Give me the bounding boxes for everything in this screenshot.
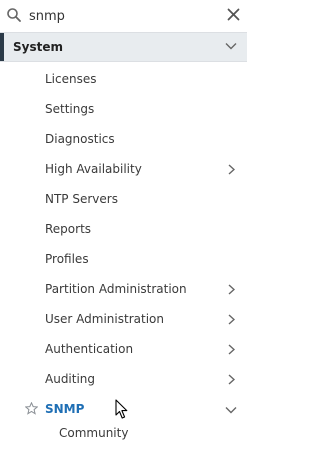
section-accent-bar xyxy=(0,33,4,61)
nav-item-label: Diagnostics xyxy=(45,132,115,146)
search-input[interactable] xyxy=(29,6,209,26)
nav-item-label: Settings xyxy=(45,102,95,116)
nav-item-snmp[interactable]: SNMP xyxy=(0,394,247,424)
nav-item-reports[interactable]: Reports xyxy=(0,214,247,244)
chevron-down-icon xyxy=(225,43,237,50)
chevron-right-icon xyxy=(228,374,235,385)
nav-item-label: Reports xyxy=(45,222,92,236)
star-icon[interactable] xyxy=(25,402,38,415)
chevron-right-icon xyxy=(228,284,235,295)
nav-item-label: Profiles xyxy=(45,252,89,266)
nav-item-label: NTP Servers xyxy=(45,192,118,206)
close-icon[interactable] xyxy=(227,8,240,21)
nav-item-profiles[interactable]: Profiles xyxy=(0,244,247,274)
mouse-cursor-icon xyxy=(115,399,128,419)
nav-item-label: Auditing xyxy=(45,372,96,386)
sub-item-community[interactable]: Community xyxy=(0,424,247,446)
nav-item-label: Partition Administration xyxy=(45,282,187,296)
chevron-down-icon xyxy=(225,407,237,414)
nav-item-ntp-servers[interactable]: NTP Servers xyxy=(0,184,247,214)
chevron-right-icon xyxy=(228,314,235,325)
chevron-right-icon xyxy=(228,344,235,355)
nav-item-label: Licenses xyxy=(45,72,97,86)
nav-item-user-administration[interactable]: User Administration xyxy=(0,304,247,334)
nav-item-partition-administration[interactable]: Partition Administration xyxy=(0,274,247,304)
section-header-system[interactable]: System xyxy=(0,32,247,62)
nav-item-settings[interactable]: Settings xyxy=(0,94,247,124)
chevron-right-icon xyxy=(228,164,235,175)
sub-item-label: Community xyxy=(59,426,129,440)
nav-item-label: User Administration xyxy=(45,312,164,326)
nav-item-label: High Availability xyxy=(45,162,142,176)
search-icon xyxy=(7,8,21,22)
nav-item-licenses[interactable]: Licenses xyxy=(0,64,247,94)
nav-item-diagnostics[interactable]: Diagnostics xyxy=(0,124,247,154)
nav-item-auditing[interactable]: Auditing xyxy=(0,364,247,394)
nav-item-authentication[interactable]: Authentication xyxy=(0,334,247,364)
section-label: System xyxy=(13,40,63,54)
nav-item-high-availability[interactable]: High Availability xyxy=(0,154,247,184)
nav-list: Licenses Settings Diagnostics High Avail… xyxy=(0,64,247,446)
nav-item-label: Authentication xyxy=(45,342,134,356)
search-bar xyxy=(0,0,247,32)
nav-item-label: SNMP xyxy=(45,402,85,416)
